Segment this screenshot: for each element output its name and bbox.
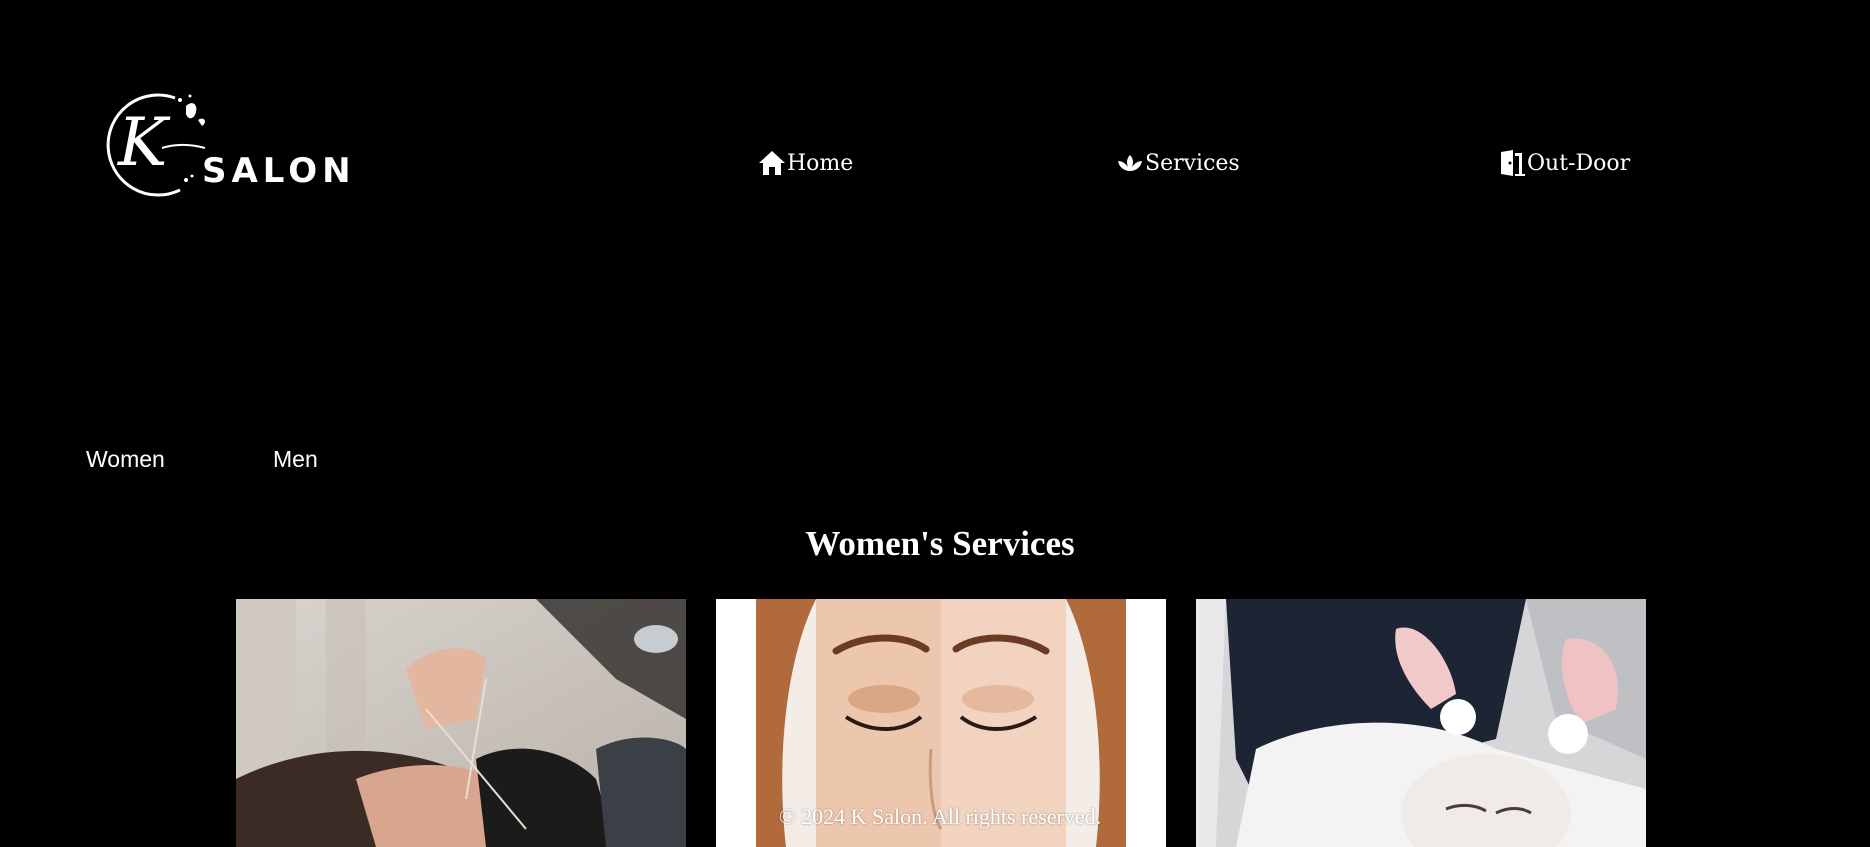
door-icon [1501,150,1525,176]
lotus-icon [1118,155,1142,171]
nav-services-label: Services [1145,150,1240,176]
logo-mark: K SALON [106,93,356,197]
logo-initial: K [117,104,171,181]
nav-services[interactable]: Services [1116,148,1240,178]
tab-men[interactable]: Men [273,446,318,473]
nav-outdoor[interactable]: Out-Door [1498,148,1630,178]
footer-copyright: © 2024 K Salon. All rights reserved. [778,804,1102,829]
nav-home-label: Home [787,150,854,176]
home-icon [759,151,785,175]
nav-home[interactable]: Home [758,148,853,178]
section-title: Women's Services [805,524,1075,563]
salon-logo[interactable]: K SALON [100,90,360,200]
nav-outdoor-label: Out-Door [1527,150,1631,176]
logo-wordmark: SALON [202,151,356,191]
tab-women[interactable]: Women [86,446,165,473]
